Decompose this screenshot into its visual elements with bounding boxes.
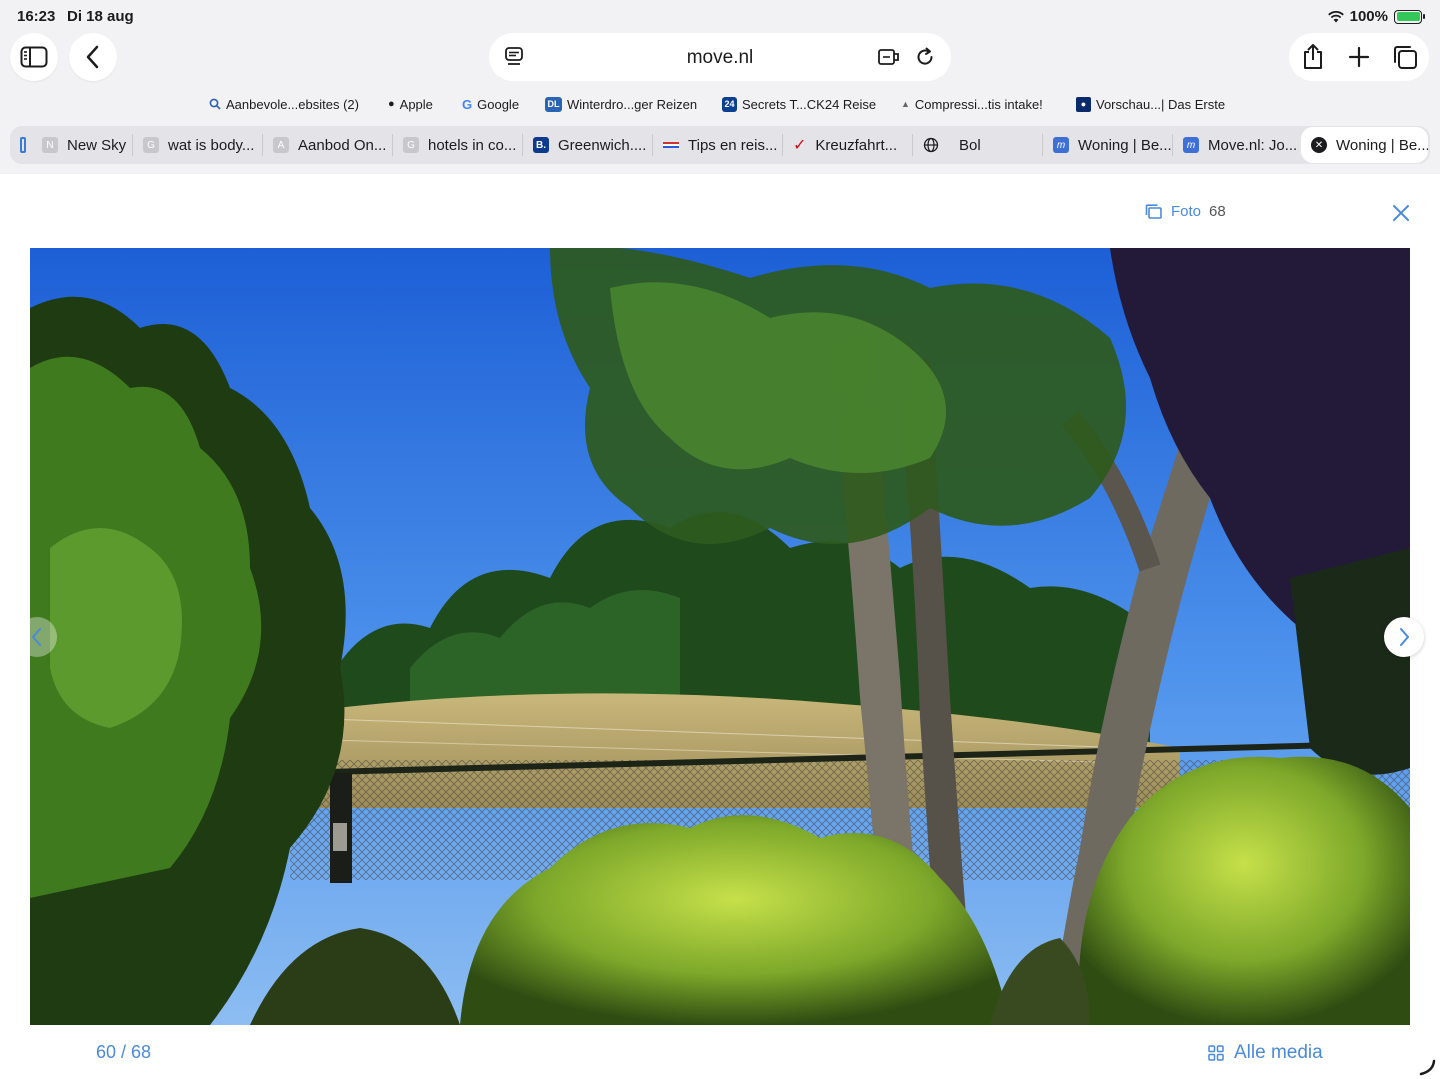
tab-bol[interactable]: Bol <box>913 126 1042 164</box>
move-icon: m <box>1053 137 1069 153</box>
tab-move-nl[interactable]: m Move.nl: Jo... <box>1173 126 1301 164</box>
bookmark-label: Apple <box>399 96 433 112</box>
share-icon <box>1304 44 1322 69</box>
bookmark-item[interactable]: ● Apple <box>388 93 433 115</box>
bookmark-label: Winterdro...ger Reizen <box>567 96 698 112</box>
tab-label: hotels in co... <box>428 136 517 154</box>
tabs-icon <box>1394 46 1417 69</box>
battery-percent: 100% <box>1349 8 1388 25</box>
bookmark-item[interactable]: Aanbevole...ebsites (2) <box>209 93 359 115</box>
battery-icon <box>1394 9 1425 24</box>
bookmark-item[interactable]: 24 Secrets T...CK24 Reise <box>722 93 876 115</box>
loading-spinner-icon <box>1419 1059 1436 1076</box>
tab-label: New Sky <box>67 136 127 154</box>
bookmark-label: Vorschau...| Das Erste <box>1096 96 1226 112</box>
check24-icon: 24 <box>722 96 737 112</box>
status-date: Di 18 aug <box>67 8 134 25</box>
tab-aanbod[interactable]: A Aanbod On... <box>263 126 392 164</box>
tui-icon: ✓ <box>793 137 807 154</box>
tab-wat-is-body[interactable]: G wat is body... <box>133 126 262 164</box>
bookmark-label: Secrets T...CK24 Reise <box>742 96 877 112</box>
gallery-photo[interactable] <box>30 248 1410 1025</box>
bookmark-item[interactable]: G Google <box>462 93 519 115</box>
next-photo-button[interactable] <box>1384 617 1424 657</box>
sidebar-button[interactable] <box>10 33 58 81</box>
chevron-right-icon <box>1400 628 1409 646</box>
photo-total: 68 <box>1209 203 1226 220</box>
photo-count: Foto 68 <box>1145 203 1226 220</box>
booking-icon: B. <box>533 137 549 153</box>
reload-icon[interactable] <box>913 45 937 69</box>
tab-favicon-g: G <box>403 137 419 153</box>
google-icon: G <box>462 96 473 112</box>
bookmark-item[interactable]: ▲ Compressi...tis intake! <box>901 93 1043 115</box>
tab-label: Kreuzfahrt... <box>815 136 898 154</box>
back-button[interactable] <box>69 33 117 81</box>
photo-label: Foto <box>1171 203 1202 220</box>
new-tab-button[interactable] <box>1336 34 1382 80</box>
das-erste-icon: ● <box>1076 96 1091 112</box>
bookmark-item[interactable]: DL Winterdro...ger Reizen <box>545 93 697 115</box>
browser-chrome: 16:23 Di 18 aug 100% move.nl Aanbevole..… <box>0 0 1440 174</box>
tab-favicon-a: A <box>273 137 289 153</box>
tab-favicon-n: N <box>42 137 58 153</box>
chevron-left-icon <box>32 628 41 646</box>
grid-icon <box>1208 1045 1224 1061</box>
bookmark-label: Aanbevole...ebsites (2) <box>226 96 359 112</box>
all-media-label: Alle media <box>1234 1042 1323 1063</box>
tab-woning-1[interactable]: m Woning | Be... <box>1043 126 1172 164</box>
tab-label: Bol <box>959 136 981 154</box>
status-time: 16:23 <box>17 8 56 25</box>
tab-label: Greenwich.... <box>558 136 647 154</box>
search-icon <box>209 98 221 110</box>
toolbar-right-group <box>1289 33 1429 81</box>
tab-label: wat is body... <box>168 136 255 154</box>
wifi-icon <box>1327 10 1344 22</box>
extension-icon[interactable] <box>877 45 901 69</box>
plus-icon <box>1348 46 1370 68</box>
tab-group-icon <box>20 137 26 153</box>
address-bar[interactable]: move.nl <box>489 33 951 81</box>
chevron-left-icon <box>86 45 99 69</box>
tab-bar: N New Sky G wat is body... A Aanbod On..… <box>10 126 1430 164</box>
close-icon[interactable] <box>1389 201 1413 225</box>
close-tab-icon[interactable]: ✕ <box>1311 137 1327 153</box>
flag-icon <box>663 142 679 148</box>
bookmark-label: Google <box>477 96 520 112</box>
apple-icon: ● <box>388 98 395 110</box>
gallery-icon <box>1145 203 1162 219</box>
bookmark-item[interactable]: ● Vorschau...| Das Erste <box>1076 93 1225 115</box>
status-right: 100% <box>1327 8 1425 25</box>
tab-hotels[interactable]: G hotels in co... <box>393 126 522 164</box>
sidebar-icon <box>20 46 48 68</box>
move-icon: m <box>1183 137 1199 153</box>
tab-tips-en-reis[interactable]: Tips en reis... <box>653 126 782 164</box>
all-media-button[interactable]: Alle media <box>1208 1042 1323 1064</box>
tab-label: Woning | Be... <box>1336 136 1428 154</box>
tab-overview-button[interactable] <box>1382 34 1428 80</box>
tab-label: Woning | Be... <box>1078 136 1172 154</box>
share-button[interactable] <box>1290 34 1336 80</box>
tab-label: Aanbod On... <box>298 136 387 154</box>
tab-woning-active[interactable]: ✕ Woning | Be... <box>1301 127 1428 163</box>
tab-label: Move.nl: Jo... <box>1208 136 1298 154</box>
bookmark-label: Compressi...tis intake! <box>914 96 1043 112</box>
globe-icon <box>923 137 939 153</box>
tab-label: Tips en reis... <box>688 136 778 154</box>
tab-greenwich[interactable]: B. Greenwich.... <box>523 126 652 164</box>
tab-new-sky[interactable]: N New Sky <box>32 126 132 164</box>
photo-image <box>30 248 1410 1025</box>
tab-favicon-g: G <box>143 137 159 153</box>
tab-kreuzfahrt[interactable]: ✓ Kreuzfahrt... <box>783 126 912 164</box>
site-icon: ▲ <box>901 99 910 109</box>
favorites-bar: Aanbevole...ebsites (2) ● Apple G Google… <box>0 93 1440 115</box>
photo-pager: 60 / 68 <box>96 1042 152 1062</box>
tab-group-indicator[interactable] <box>10 126 32 164</box>
status-bar: 16:23 Di 18 aug 100% <box>0 0 1440 34</box>
dl-icon: DL <box>545 96 562 112</box>
previous-photo-button[interactable] <box>17 617 57 657</box>
